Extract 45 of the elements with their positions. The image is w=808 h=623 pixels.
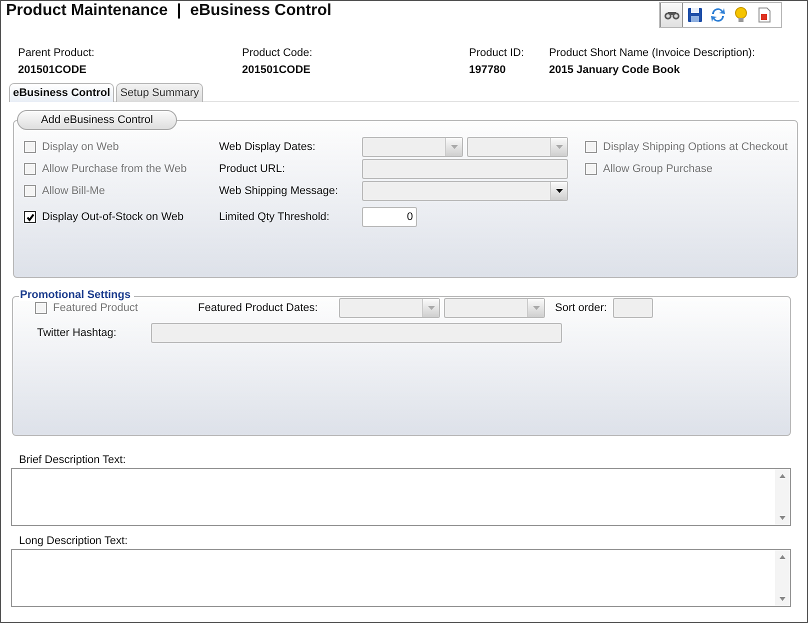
field-value: 197780 — [469, 63, 507, 78]
checkbox-label: Featured Product — [53, 302, 138, 314]
field-label: Limited Qty Threshold: — [219, 210, 330, 225]
checkbox-label: Display Out-of-Stock on Web — [42, 211, 184, 223]
refresh-icon — [708, 6, 726, 24]
checkbox[interactable] — [24, 211, 36, 223]
text-area[interactable] — [11, 549, 791, 607]
field-label: Product ID: — [469, 46, 526, 61]
dropdown-arrow-icon — [450, 145, 458, 149]
field-label: Featured Product Dates: — [198, 302, 319, 314]
scrollbar — [775, 550, 790, 606]
dropdown-arrow-icon — [428, 306, 434, 310]
save-icon — [686, 6, 704, 24]
field-label: Twitter Hashtag: — [36, 327, 118, 339]
section-title: Promotional Settings — [19, 289, 134, 301]
window-title: Product Maintenance | eBusiness Control — [5, 1, 332, 20]
field-label: Web Shipping Message: — [219, 184, 340, 199]
field-label: Long Description Text: — [19, 535, 129, 549]
number-field[interactable]: 0 — [362, 207, 417, 227]
checkbox-label: Display on Web — [42, 141, 119, 153]
scrollbar — [775, 469, 790, 525]
field-label: Product Short Name (Invoice Description): — [549, 46, 756, 61]
checkmark-icon — [26, 212, 34, 222]
toolbar-button[interactable] — [660, 3, 683, 27]
add-button[interactable]: Add eBusiness Control — [17, 110, 177, 130]
dropdown[interactable] — [362, 181, 568, 201]
checkbox-label: Display Shipping Options at Checkout — [603, 141, 788, 153]
dropdown-arrow-icon — [556, 189, 562, 193]
field-value: 201501CODE — [242, 63, 312, 78]
field-label: Parent Product: — [18, 46, 96, 61]
checkbox-label: Allow Purchase from the Web — [42, 163, 187, 175]
field-label: Product URL: — [219, 162, 286, 177]
text-area[interactable] — [11, 468, 791, 526]
field-value: 2015 January Code Book — [549, 63, 681, 78]
tab[interactable]: eBusiness Control — [9, 83, 114, 102]
field-value: 201501CODE — [18, 63, 88, 78]
field-label: Brief Description Text: — [19, 454, 127, 468]
checkbox-label: Allow Group Purchase — [603, 163, 712, 175]
checkbox-label: Allow Bill-Me — [42, 185, 105, 197]
dropdown-arrow-icon — [532, 306, 540, 310]
dropdown-arrow-icon — [556, 145, 562, 149]
field-label: Product Code: — [242, 46, 314, 61]
tab[interactable]: Setup Summary — [116, 83, 204, 102]
field-label: Web Display Dates: — [219, 140, 316, 155]
field-label: Sort order: — [555, 302, 607, 314]
